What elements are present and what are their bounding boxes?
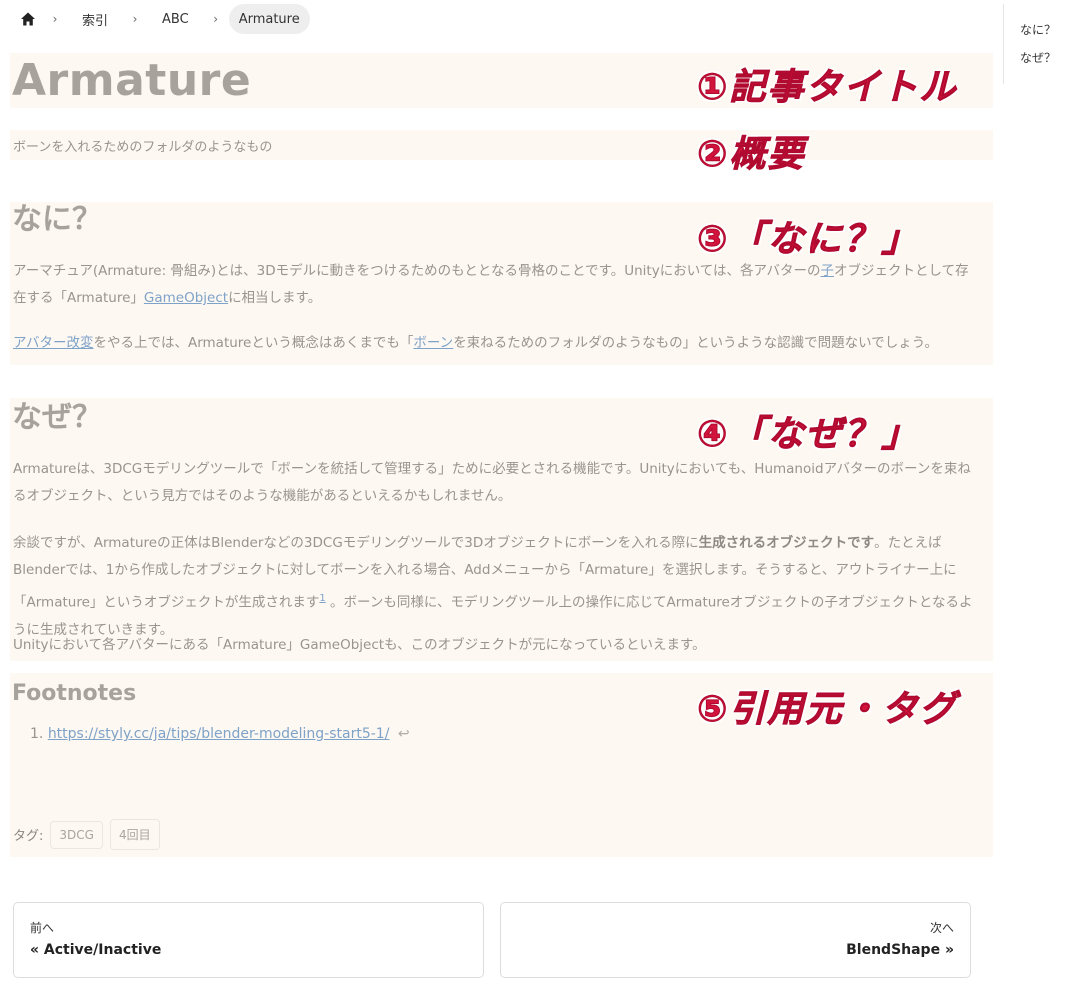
text: をやる上では、Armatureという概念はあくまでも「 bbox=[93, 335, 414, 351]
prev-page-button[interactable]: 前へ « Active/Inactive bbox=[13, 902, 484, 978]
footnotes-heading: Footnotes bbox=[12, 681, 137, 706]
bold-text: 生成されるオブジェクトです bbox=[698, 535, 875, 551]
tag-list: タグ: 3DCG 4回目 bbox=[13, 819, 160, 850]
next-title: BlendShape » bbox=[846, 942, 954, 958]
article-summary: ボーンを入れるためのフォルダのようなもの bbox=[13, 140, 273, 155]
footnote-number: 1. bbox=[30, 726, 44, 742]
footnote-link[interactable]: https://styly.cc/ja/tips/blender-modelin… bbox=[48, 726, 390, 742]
link-avatar-modification[interactable]: アバター改変 bbox=[13, 335, 93, 351]
chevron-right-icon: › bbox=[213, 12, 219, 26]
section-heading-what: なに？ bbox=[12, 202, 102, 237]
breadcrumb-item-index[interactable]: 索引 bbox=[68, 4, 122, 34]
link-bone[interactable]: ボーン bbox=[413, 335, 453, 351]
chevron-right-icon: › bbox=[52, 12, 58, 26]
breadcrumb: › 索引 › ABC › Armature bbox=[14, 4, 310, 34]
annotation-why: ④「なぜ？」 bbox=[696, 414, 920, 456]
what-paragraph-2: アバター改変をやる上では、Armatureという概念はあくまでも「ボーンを束ねる… bbox=[13, 330, 975, 357]
tag-3dcg[interactable]: 3DCG bbox=[50, 820, 103, 849]
prev-title: « Active/Inactive bbox=[30, 942, 162, 958]
prev-label: 前へ bbox=[30, 921, 55, 935]
chevron-right-icon: › bbox=[132, 12, 138, 26]
why-paragraph-2: 余談ですが、Armatureの正体はBlenderなどの3DCGモデリングツール… bbox=[13, 530, 975, 644]
text: 余談ですが、Armatureの正体はBlenderなどの3DCGモデリングツール… bbox=[13, 535, 699, 551]
why-paragraph-1: Armatureは、3DCGモデリングツールで「ボーンを統括して管理する」ために… bbox=[13, 461, 971, 504]
breadcrumb-item-current: Armature bbox=[228, 4, 310, 34]
link-child[interactable]: 子 bbox=[820, 263, 834, 279]
next-label: 次へ bbox=[929, 921, 954, 935]
next-page-button[interactable]: 次へ BlendShape » bbox=[500, 902, 971, 978]
annotation-what: ③「なに？」 bbox=[696, 219, 920, 261]
table-of-contents: なに？ なぜ？ bbox=[1003, 4, 1056, 84]
text: アーマチュア(Armature: 骨組み)とは、3Dモデルに動きをつけるためのも… bbox=[13, 263, 821, 279]
text: を束ねるためのフォルダのようなもの」というような認識で問題ないでしょう。 bbox=[453, 335, 938, 351]
page-title: Armature bbox=[12, 55, 252, 106]
link-gameobject[interactable]: GameObject bbox=[144, 290, 228, 306]
what-paragraph-1: アーマチュア(Armature: 骨組み)とは、3Dモデルに動きをつけるためのも… bbox=[13, 258, 975, 312]
toc-item-what[interactable]: なに？ bbox=[1020, 22, 1056, 50]
home-icon[interactable] bbox=[14, 5, 42, 33]
toc-item-why[interactable]: なぜ？ bbox=[1020, 50, 1056, 78]
why-paragraph-3: Unityにおいて各アバターにある「Armature」GameObjectも、こ… bbox=[13, 637, 706, 653]
footnote-list: 1. https://styly.cc/ja/tips/blender-mode… bbox=[30, 726, 410, 742]
annotation-article-title: ①記事タイトル bbox=[696, 67, 958, 109]
text: に相当します。 bbox=[228, 290, 322, 306]
breadcrumb-item-abc[interactable]: ABC bbox=[148, 4, 203, 34]
annotation-source-tags: ⑤引用元・タグ bbox=[696, 689, 958, 731]
section-heading-why: なぜ？ bbox=[12, 400, 102, 435]
tags-label: タグ: bbox=[13, 829, 44, 844]
annotation-summary: ②概要 bbox=[696, 134, 806, 176]
tag-4th[interactable]: 4回目 bbox=[109, 819, 160, 850]
return-icon[interactable]: ↩ bbox=[398, 726, 410, 742]
